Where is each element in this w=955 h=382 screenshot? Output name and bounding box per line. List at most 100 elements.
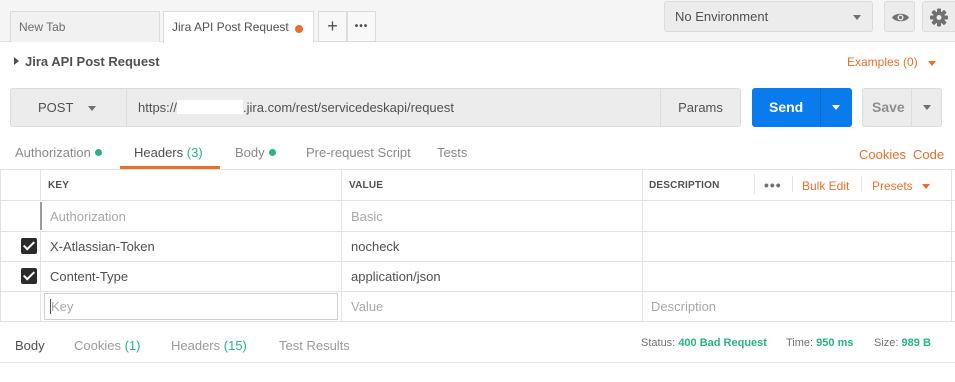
method-label: POST [38, 100, 74, 115]
request-title-text: Jira API Post Request [25, 54, 160, 69]
code-link[interactable]: Code [913, 147, 944, 162]
drag-handle[interactable] [40, 202, 42, 230]
column-header-description: DESCRIPTION [649, 180, 720, 191]
request-title[interactable]: Jira API Post Request [14, 54, 160, 69]
header-enabled-checkbox[interactable] [21, 268, 37, 284]
tab-tests[interactable]: Tests [437, 145, 467, 169]
chevron-down-icon [922, 184, 930, 189]
tab-label: New Tab [19, 20, 66, 34]
size-value: 989 B [901, 337, 931, 349]
response-tab-headers-label: Headers [171, 338, 221, 353]
caret-right-icon [14, 57, 19, 65]
redacted-block [177, 100, 244, 114]
tab-authorization[interactable]: Authorization [15, 145, 102, 169]
gear-icon [930, 8, 948, 27]
chevron-down-icon [88, 106, 96, 111]
eye-icon [892, 13, 909, 22]
unsaved-dot-icon [295, 25, 303, 33]
divider [754, 174, 755, 194]
presets-label: Presets [872, 179, 913, 193]
response-tab-body[interactable]: Body [15, 338, 45, 353]
manage-environments-button[interactable] [922, 1, 955, 32]
tab-pre-request-label: Pre-request Script [306, 145, 411, 160]
status-value: 400 Bad Request [678, 337, 767, 349]
save-label: Save [872, 99, 905, 115]
status-label: Status: [641, 337, 676, 349]
tab-bar: New Tab Jira API Post Request + ••• No E… [0, 0, 955, 43]
params-label: Params [678, 100, 723, 115]
column-header-value: VALUE [349, 180, 384, 191]
size-label: Size: [874, 337, 899, 349]
new-key-placeholder: Key [51, 299, 74, 314]
status-dot-icon [268, 149, 276, 156]
new-key-input[interactable]: Key [44, 293, 338, 320]
tab-jira-api-post-request[interactable]: Jira API Post Request [163, 11, 314, 43]
new-tab-button[interactable]: + [318, 11, 347, 42]
examples-dropdown[interactable]: Examples (0) [847, 55, 936, 69]
response-size: Size: 989 B [874, 337, 931, 349]
more-options-icon[interactable]: ••• [764, 177, 782, 193]
tab-headers[interactable]: Headers (3) [120, 145, 220, 169]
examples-label: Examples (0) [847, 55, 918, 69]
tab-pre-request-script[interactable]: Pre-request Script [306, 145, 411, 169]
time-value: 950 ms [816, 337, 854, 349]
tab-authorization-label: Authorization [15, 145, 91, 160]
new-description-input[interactable]: Description [651, 299, 716, 314]
divider [792, 176, 793, 192]
response-tab-cookies[interactable]: Cookies (1) [74, 338, 140, 353]
tab-headers-label: Headers [134, 145, 184, 160]
divider [341, 169, 342, 322]
response-time: Time: 950 ms [786, 337, 853, 349]
tab-new-tab[interactable]: New Tab [10, 11, 160, 42]
save-button[interactable]: Save [862, 88, 942, 127]
response-tab-headers[interactable]: Headers (15) [171, 338, 247, 353]
tab-body[interactable]: Body [235, 145, 276, 169]
divider [951, 169, 952, 322]
divider [0, 169, 955, 170]
response-tab-test-results[interactable]: Test Results [279, 338, 350, 353]
header-key-cell[interactable]: Content-Type [50, 269, 128, 284]
plus-icon: + [327, 16, 338, 36]
chevron-down-icon [853, 15, 861, 20]
header-key-cell[interactable]: Authorization [50, 209, 126, 224]
response-tab-cookies-count: (1) [124, 338, 141, 353]
params-button[interactable]: Params [660, 88, 741, 127]
tab-label: Jira API Post Request [172, 20, 289, 34]
tab-options-button[interactable]: ••• [347, 11, 376, 42]
url-suffix: .jira.com/rest/servicedeskapi/request [243, 100, 455, 115]
cookies-link[interactable]: Cookies [859, 147, 906, 162]
chevron-down-icon[interactable] [923, 105, 931, 110]
chevron-down-icon[interactable] [832, 105, 840, 110]
divider [0, 321, 955, 322]
header-value-cell[interactable]: application/json [351, 269, 441, 284]
tab-tests-label: Tests [437, 145, 468, 160]
divider [0, 362, 955, 363]
send-button[interactable]: Send [752, 88, 852, 127]
divider [0, 291, 955, 292]
tab-body-label: Body [235, 145, 265, 160]
presets-dropdown[interactable]: Presets [872, 179, 913, 193]
new-value-input[interactable]: Value [351, 299, 383, 314]
divider [0, 231, 955, 232]
divider [642, 169, 643, 322]
divider [0, 261, 955, 262]
divider [861, 176, 862, 192]
header-value-cell[interactable]: nocheck [351, 239, 399, 254]
method-select[interactable]: POST [10, 88, 127, 127]
environment-select[interactable]: No Environment [664, 1, 873, 32]
url-prefix: https:// [138, 100, 178, 115]
header-key-cell[interactable]: X-Atlassian-Token [50, 239, 155, 254]
response-tab-cookies-label: Cookies [74, 338, 121, 353]
header-value-cell[interactable]: Basic [351, 209, 383, 224]
divider [911, 89, 912, 126]
send-label: Send [769, 99, 804, 115]
bulk-edit-link[interactable]: Bulk Edit [802, 179, 849, 193]
tab-headers-count: (3) [186, 145, 203, 160]
divider [40, 169, 41, 322]
divider [820, 88, 821, 127]
environment-label: No Environment [675, 9, 769, 24]
environment-quick-look-button[interactable] [884, 1, 915, 32]
chevron-down-icon [928, 61, 936, 66]
header-enabled-checkbox[interactable] [21, 238, 37, 254]
url-input[interactable]: https:// .jira.com/rest/servicedeskapi/re… [126, 88, 661, 127]
